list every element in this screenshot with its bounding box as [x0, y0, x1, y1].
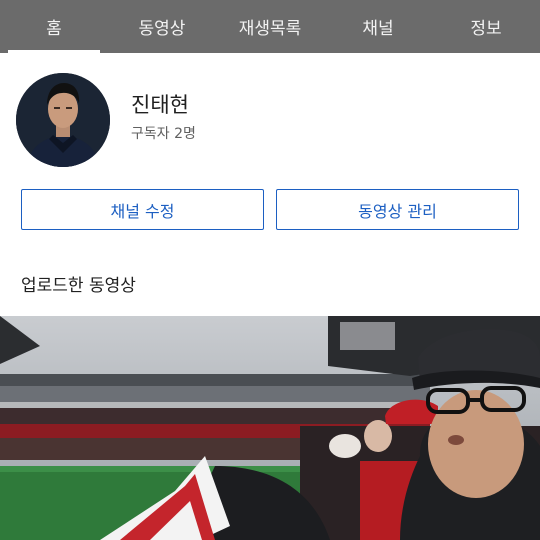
channel-name: 진태현 — [131, 93, 189, 117]
avatar-photo — [16, 73, 110, 167]
tab-videos[interactable]: 동영상 — [108, 0, 216, 53]
stadium-photo — [0, 316, 540, 540]
uploaded-videos-heading: 업로드한 동영상 — [21, 276, 136, 296]
tab-channels[interactable]: 채널 — [324, 0, 432, 53]
tab-playlists[interactable]: 재생목록 — [216, 0, 324, 53]
subscriber-count: 구독자 2명 — [131, 126, 196, 142]
edit-channel-button[interactable]: 채널 수정 — [21, 189, 264, 230]
channel-tab-bar: 홈 동영상 재생목록 채널 정보 — [0, 0, 540, 53]
tab-home[interactable]: 홈 — [0, 0, 108, 53]
video-thumbnail[interactable] — [0, 316, 540, 540]
manage-videos-button[interactable]: 동영상 관리 — [276, 189, 519, 230]
channel-avatar[interactable] — [16, 73, 110, 167]
tab-about[interactable]: 정보 — [432, 0, 540, 53]
